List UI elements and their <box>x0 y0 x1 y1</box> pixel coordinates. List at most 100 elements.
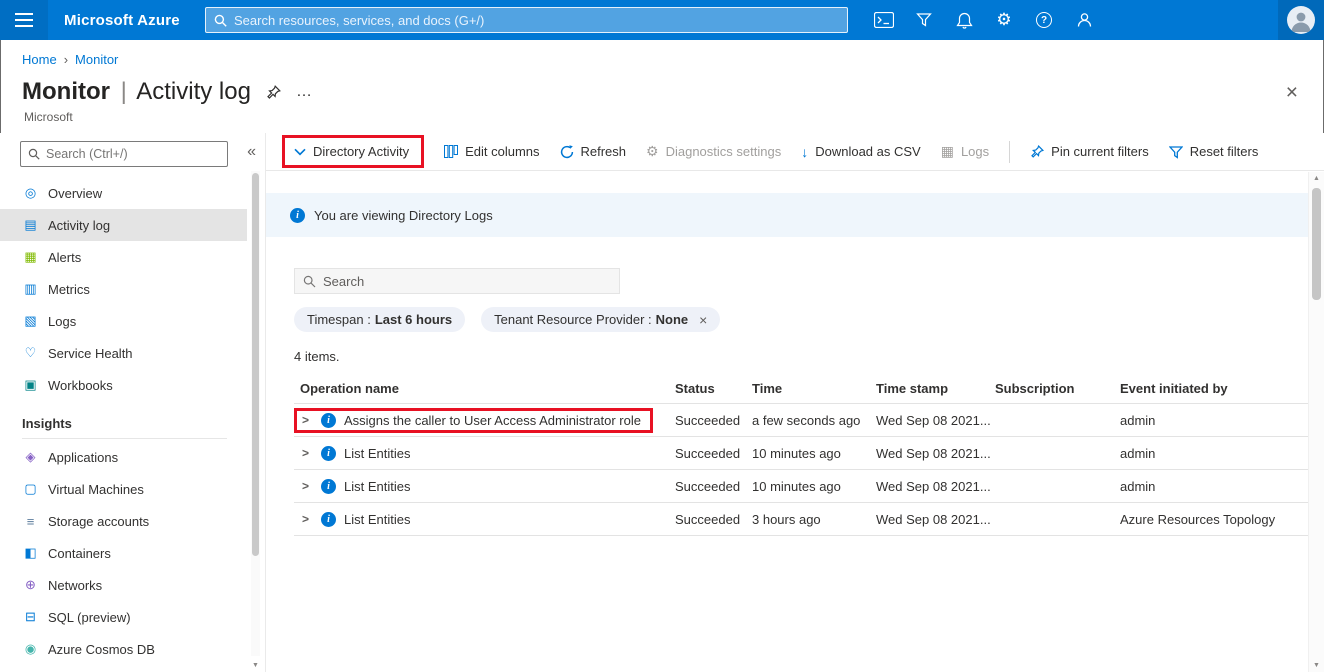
sidebar-search[interactable] <box>20 141 228 167</box>
sidebar-item-storage-accounts[interactable]: ≡ Storage accounts <box>0 505 247 537</box>
table-row[interactable]: > i List Entities Succeeded 10 minutes a… <box>294 437 1308 470</box>
filter-search-input[interactable] <box>323 274 611 289</box>
operation-cell: > i List Entities <box>294 512 675 527</box>
networks-icon: ⊕ <box>22 577 39 593</box>
table-row[interactable]: > i List Entities Succeeded 3 hours ago … <box>294 503 1308 536</box>
column-status[interactable]: Status <box>675 381 752 396</box>
global-search[interactable] <box>205 7 848 33</box>
logs-chart-icon: ▦ <box>941 143 954 160</box>
timespan-filter-pill[interactable]: Timespan : Last 6 hours <box>294 307 465 332</box>
search-icon <box>214 14 227 27</box>
pin-blade-icon[interactable] <box>266 85 281 100</box>
column-subscription[interactable]: Subscription <box>995 381 1120 396</box>
sidebar-item-workbooks[interactable]: ▣ Workbooks <box>0 369 247 401</box>
more-actions-icon[interactable]: … <box>296 83 313 101</box>
storage-accounts-icon: ≡ <box>22 514 39 529</box>
initiated-by-value: admin <box>1120 479 1308 494</box>
page-subtitle: Microsoft <box>24 110 73 124</box>
sidebar-item-overview[interactable]: ◎ Overview <box>0 177 247 209</box>
sidebar-item-label: Azure Cosmos DB <box>48 642 155 657</box>
table-row[interactable]: > i List Entities Succeeded 10 minutes a… <box>294 470 1308 503</box>
global-search-input[interactable] <box>234 13 839 28</box>
help-icon[interactable]: ? <box>1024 0 1064 40</box>
sidebar-item-metrics[interactable]: ▥ Metrics <box>0 273 247 305</box>
download-icon: ↓ <box>801 144 808 160</box>
operation-name[interactable]: List Entities <box>344 512 410 527</box>
close-blade-icon[interactable]: × <box>1286 82 1298 103</box>
operation-name[interactable]: List Entities <box>344 479 410 494</box>
sidebar-search-input[interactable] <box>46 147 220 161</box>
scroll-up-icon[interactable]: ▲ <box>1309 175 1324 182</box>
sidebar-item-sql[interactable]: ⊟ SQL (preview) <box>0 601 247 633</box>
sidebar-item-label: Virtual Machines <box>48 482 144 497</box>
sidebar-scrollbar[interactable] <box>251 171 260 656</box>
cloud-shell-icon[interactable] <box>864 0 904 40</box>
info-banner: i You are viewing Directory Logs <box>266 193 1308 237</box>
feedback-icon[interactable] <box>1064 0 1104 40</box>
scroll-down-icon[interactable]: ▼ <box>1309 662 1324 669</box>
operation-cell: > i List Entities <box>294 446 675 461</box>
remove-filter-icon[interactable]: × <box>699 313 707 327</box>
sidebar-item-logs[interactable]: ▧ Logs <box>0 305 247 337</box>
sidebar-item-applications[interactable]: ◈ Applications <box>0 441 247 473</box>
annotation-box-directory-activity: Directory Activity <box>282 135 424 168</box>
refresh-icon <box>560 145 574 159</box>
expand-row-icon[interactable]: > <box>302 479 313 493</box>
breadcrumb-monitor-link[interactable]: Monitor <box>75 52 118 67</box>
gear-glyph: ⚙ <box>996 10 1011 30</box>
page-title-primary: Monitor <box>22 78 110 105</box>
overview-icon: ◎ <box>22 185 39 201</box>
table-row[interactable]: > i Assigns the caller to User Access Ad… <box>294 404 1308 437</box>
toolbar-divider <box>1009 141 1010 163</box>
expand-row-icon[interactable]: > <box>302 413 313 427</box>
sidebar-item-service-health[interactable]: ♡ Service Health <box>0 337 247 369</box>
column-time-stamp[interactable]: Time stamp <box>876 381 995 396</box>
sidebar-item-label: Alerts <box>48 250 81 265</box>
hamburger-menu-icon[interactable] <box>0 0 48 40</box>
column-operation-name[interactable]: Operation name <box>294 381 675 396</box>
brand-title[interactable]: Microsoft Azure <box>64 12 180 29</box>
directory-activity-button[interactable]: Directory Activity <box>294 144 409 159</box>
diagnostics-settings-button[interactable]: ⚙ Diagnostics settings <box>646 143 781 160</box>
directory-filter-icon[interactable] <box>904 0 944 40</box>
sidebar-item-virtual-machines[interactable]: ▢ Virtual Machines <box>0 473 247 505</box>
sidebar-scroll-down-icon[interactable]: ▼ <box>251 662 260 669</box>
sidebar-item-activity-log[interactable]: ▤ Activity log <box>0 209 247 241</box>
expand-row-icon[interactable]: > <box>302 512 313 526</box>
sidebar-item-cosmos-db[interactable]: ◉ Azure Cosmos DB <box>0 633 247 665</box>
tenant-resource-provider-filter-pill[interactable]: Tenant Resource Provider : None × <box>481 307 720 332</box>
sidebar-item-label: Applications <box>48 450 118 465</box>
breadcrumb-home-link[interactable]: Home <box>22 52 57 67</box>
download-csv-button[interactable]: ↓ Download as CSV <box>801 144 921 160</box>
reset-filters-button[interactable]: Reset filters <box>1169 144 1259 159</box>
time-value: a few seconds ago <box>752 413 876 428</box>
logs-button[interactable]: ▦ Logs <box>941 143 989 160</box>
refresh-button[interactable]: Refresh <box>560 144 627 159</box>
page-title-row: Monitor | Activity log … <box>22 78 313 106</box>
account-avatar[interactable] <box>1278 0 1324 40</box>
main-scrollbar-thumb[interactable] <box>1312 188 1321 300</box>
collapse-sidebar-icon[interactable]: « <box>247 144 256 160</box>
sidebar-item-alerts[interactable]: ▦ Alerts <box>0 241 247 273</box>
edit-columns-button[interactable]: Edit columns <box>444 144 539 159</box>
pin-current-filters-button[interactable]: Pin current filters <box>1030 144 1149 159</box>
workbooks-icon: ▣ <box>22 377 39 393</box>
settings-gear-icon[interactable]: ⚙ <box>984 0 1024 40</box>
time-value: 10 minutes ago <box>752 479 876 494</box>
sidebar-item-networks[interactable]: ⊕ Networks <box>0 569 247 601</box>
operation-name[interactable]: List Entities <box>344 446 410 461</box>
title-pipe: | <box>117 78 131 105</box>
sidebar-scrollbar-thumb[interactable] <box>252 173 259 556</box>
column-event-initiated-by[interactable]: Event initiated by <box>1120 381 1308 396</box>
operation-name[interactable]: Assigns the caller to User Access Admini… <box>344 413 641 428</box>
notifications-icon[interactable] <box>944 0 984 40</box>
sidebar-item-containers[interactable]: ◧ Containers <box>0 537 247 569</box>
avatar-icon <box>1287 6 1315 34</box>
pill-label: Tenant Resource Provider : <box>494 312 652 327</box>
expand-row-icon[interactable]: > <box>302 446 313 460</box>
sidebar-item-label: SQL (preview) <box>48 610 131 625</box>
info-icon: i <box>321 479 336 494</box>
column-time[interactable]: Time <box>752 381 876 396</box>
main-scrollbar[interactable]: ▲ ▼ <box>1308 172 1324 672</box>
filter-search[interactable] <box>294 268 620 294</box>
